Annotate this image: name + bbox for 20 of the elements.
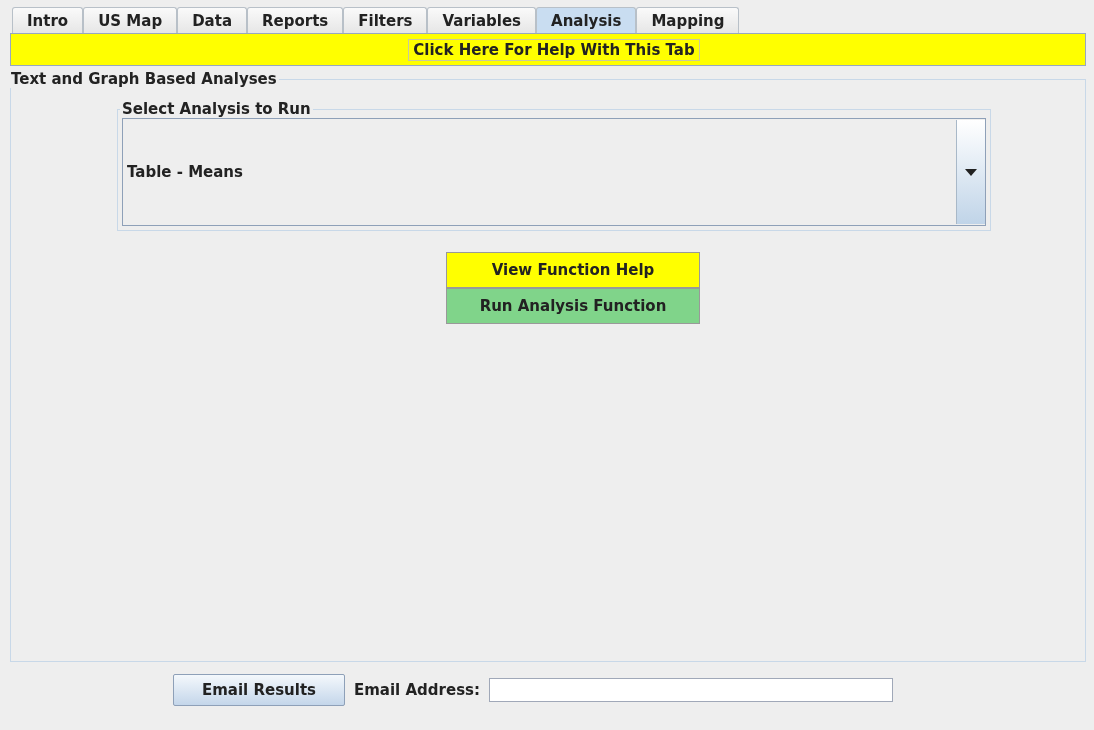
dropdown-arrow-button[interactable] xyxy=(956,120,985,224)
tab[interactable]: US Map xyxy=(83,7,178,33)
panel-title: Text and Graph Based Analyses xyxy=(10,70,278,88)
tab[interactable]: Reports xyxy=(247,7,344,33)
tab[interactable]: Mapping xyxy=(636,7,740,33)
caret-icon xyxy=(965,168,977,176)
tab[interactable]: Data xyxy=(177,7,247,33)
tab[interactable]: Analysis xyxy=(536,7,637,33)
analysis-dropdown[interactable]: Table - Means xyxy=(122,118,986,226)
tab[interactable]: Filters xyxy=(343,7,428,33)
email-address-label: Email Address: xyxy=(354,681,480,699)
tab[interactable]: Variables xyxy=(427,7,537,33)
email-address-field[interactable] xyxy=(489,678,893,702)
group-title: Select Analysis to Run xyxy=(121,100,312,118)
help-button[interactable]: Click Here For Help With This Tab xyxy=(408,38,700,61)
email-results-button[interactable]: Email Results xyxy=(173,674,345,706)
function-button[interactable]: View Function Help xyxy=(446,252,700,288)
dropdown-value: Table - Means xyxy=(126,163,243,181)
function-button[interactable]: Run Analysis Function xyxy=(446,288,700,324)
tab[interactable]: Intro xyxy=(12,7,84,33)
